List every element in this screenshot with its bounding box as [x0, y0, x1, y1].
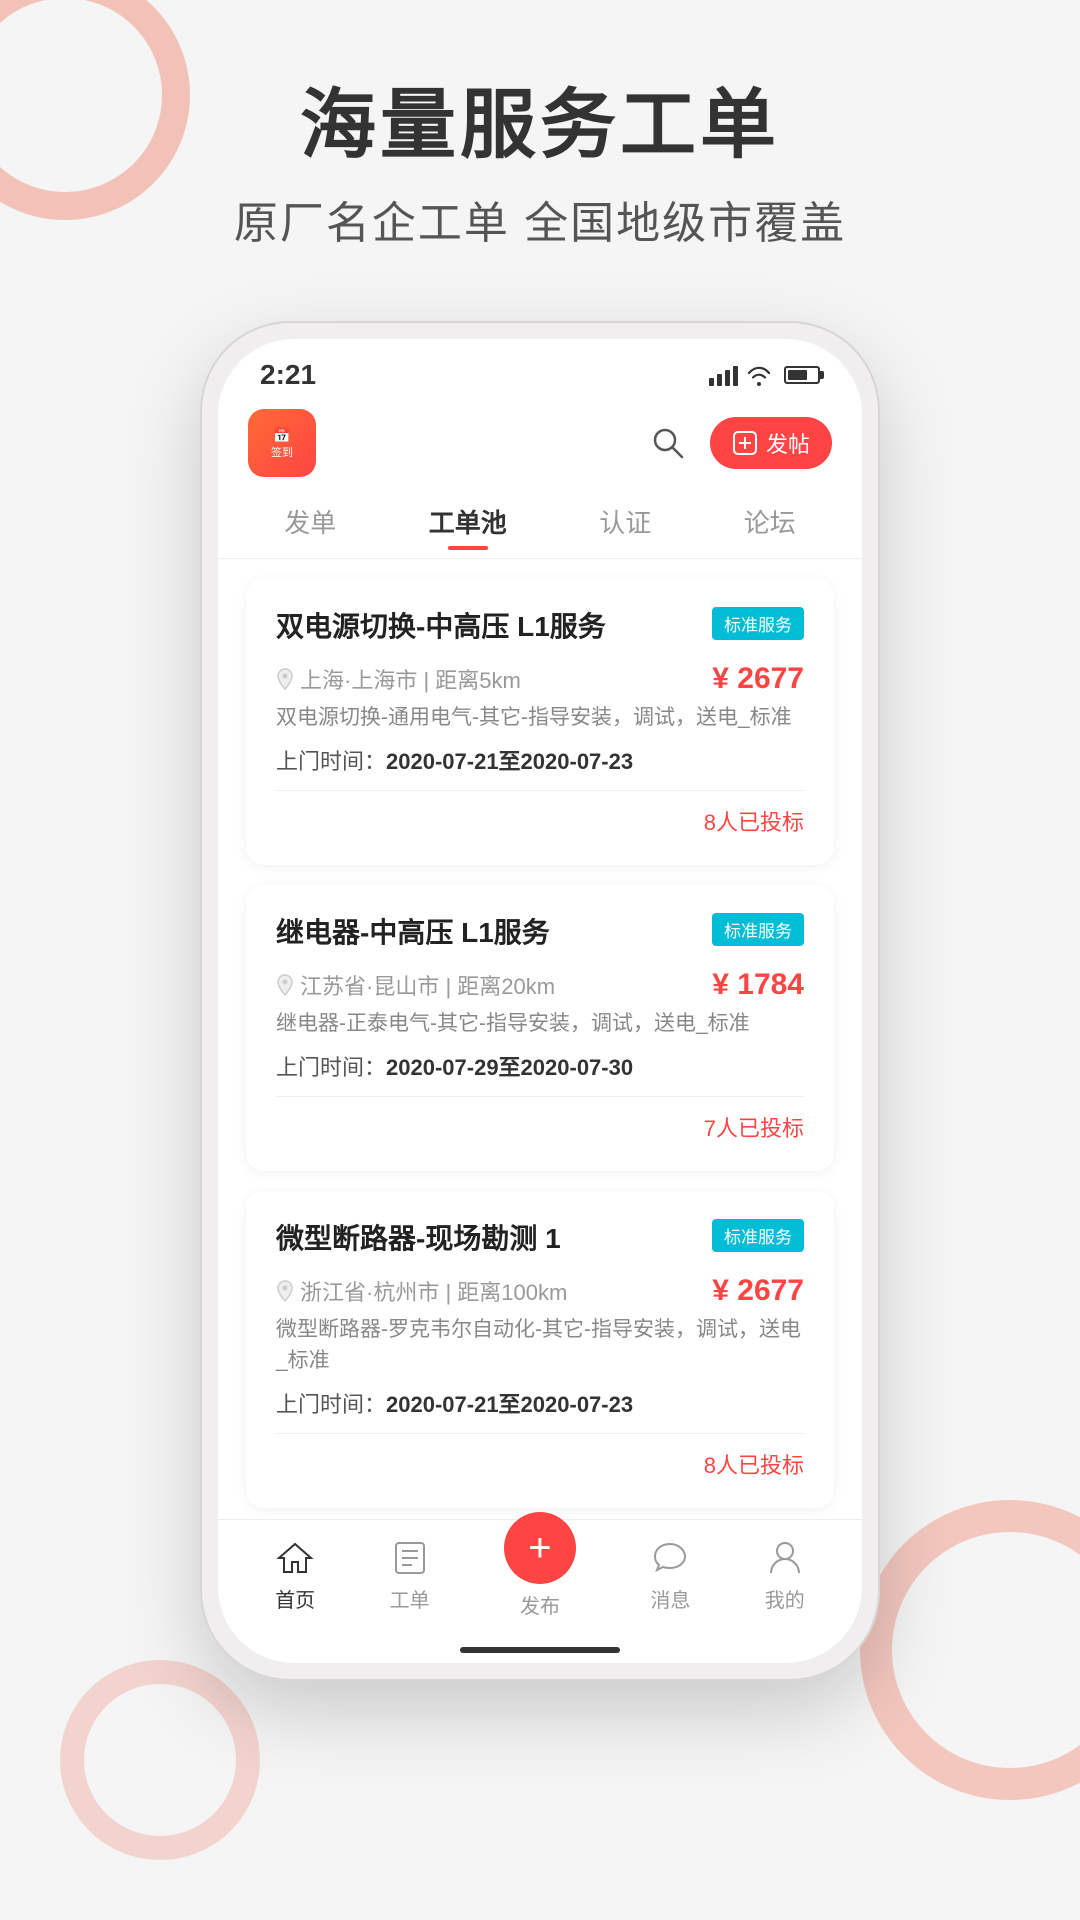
service-tag: 标准服务 — [712, 913, 804, 946]
nav-message[interactable]: 消息 — [650, 1538, 690, 1613]
wifi-icon — [746, 364, 772, 386]
job-desc: 双电源切换-通用电气-其它-指导安装，调试，送电_标准 — [276, 702, 804, 734]
notch — [450, 339, 630, 373]
home-indicator — [460, 1647, 620, 1653]
page-header: 海量服务工单 原厂名企工单 全国地级市覆盖 — [0, 0, 1080, 291]
tab-renzheng[interactable]: 认证 — [575, 497, 675, 546]
nav-publish-label: 发布 — [520, 1590, 560, 1619]
status-icons — [709, 364, 820, 386]
visit-time: 上门时间：2020-07-21至2020-07-23 — [276, 744, 804, 776]
tab-fadan[interactable]: 发单 — [260, 497, 360, 546]
card-divider — [276, 1433, 804, 1434]
phone-inner: 2:21 — [218, 339, 862, 1663]
bid-count: 7人已投标 — [276, 1111, 804, 1143]
battery-icon — [784, 366, 820, 384]
nav-profile[interactable]: 我的 — [765, 1538, 805, 1613]
card-header: 双电源切换-中高压 L1服务 标准服务 — [276, 607, 804, 646]
job-price: ¥ 2677 — [712, 1274, 804, 1308]
nav-message-label: 消息 — [650, 1584, 690, 1613]
signal-bars-icon — [709, 364, 738, 386]
job-price: ¥ 1784 — [712, 968, 804, 1002]
sign-in-label: 签到 — [271, 444, 293, 460]
sign-in-badge[interactable]: 📅 签到 — [248, 409, 316, 477]
message-icon — [650, 1538, 690, 1578]
job-location: 浙江省·杭州市 | 距离100km ¥ 2677 — [276, 1274, 804, 1308]
bid-count: 8人已投标 — [276, 1448, 804, 1480]
job-card[interactable]: 双电源切换-中高压 L1服务 标准服务 上海·上海市 | 距离5km ¥ 267… — [246, 579, 834, 865]
tab-luntan[interactable]: 论坛 — [720, 497, 820, 546]
card-divider — [276, 790, 804, 791]
card-divider — [276, 1096, 804, 1097]
job-price: ¥ 2677 — [712, 662, 804, 696]
search-button[interactable] — [648, 423, 688, 463]
nav-workorder-label: 工单 — [390, 1584, 430, 1613]
location-icon — [276, 668, 294, 690]
user-icon — [765, 1538, 805, 1578]
arc-decoration-bottom-left — [60, 1660, 260, 1860]
home-icon — [275, 1538, 315, 1578]
job-location: 上海·上海市 | 距离5km ¥ 2677 — [276, 662, 804, 696]
nav-workorder[interactable]: 工单 — [390, 1538, 430, 1613]
job-list: 双电源切换-中高压 L1服务 标准服务 上海·上海市 | 距离5km ¥ 267… — [218, 559, 862, 1519]
job-card[interactable]: 微型断路器-现场勘测 1 标准服务 浙江省·杭州市 | 距离100km ¥ 26… — [246, 1191, 834, 1508]
job-title: 继电器-中高压 L1服务 — [276, 913, 700, 952]
tab-bar: 发单 工单池 认证 论坛 — [218, 485, 862, 559]
bid-count: 8人已投标 — [276, 805, 804, 837]
service-tag: 标准服务 — [712, 1219, 804, 1252]
nav-profile-label: 我的 — [765, 1584, 805, 1613]
job-title: 双电源切换-中高压 L1服务 — [276, 607, 700, 646]
post-label: 发帖 — [766, 427, 810, 459]
nav-home-label: 首页 — [275, 1584, 315, 1613]
app-header: 📅 签到 — [218, 401, 862, 485]
service-tag: 标准服务 — [712, 607, 804, 640]
page-title: 海量服务工单 — [0, 80, 1080, 171]
post-button[interactable]: 发帖 — [710, 417, 832, 469]
visit-time: 上门时间：2020-07-29至2020-07-30 — [276, 1050, 804, 1082]
header-right: 发帖 — [648, 417, 832, 469]
job-desc: 继电器-正泰电气-其它-指导安装，调试，送电_标准 — [276, 1008, 804, 1040]
job-location: 江苏省·昆山市 | 距离20km ¥ 1784 — [276, 968, 804, 1002]
page-subtitle: 原厂名企工单 全国地级市覆盖 — [0, 187, 1080, 251]
card-header: 继电器-中高压 L1服务 标准服务 — [276, 913, 804, 952]
plus-icon: + — [504, 1512, 576, 1584]
bottom-nav: 首页 工单 + 发布 — [218, 1519, 862, 1647]
location-icon — [276, 1280, 294, 1302]
card-header: 微型断路器-现场勘测 1 标准服务 — [276, 1219, 804, 1258]
job-title: 微型断路器-现场勘测 1 — [276, 1219, 700, 1258]
visit-time: 上门时间：2020-07-21至2020-07-23 — [276, 1387, 804, 1419]
job-card[interactable]: 继电器-中高压 L1服务 标准服务 江苏省·昆山市 | 距离20km ¥ 178… — [246, 885, 834, 1171]
nav-publish[interactable]: + 发布 — [504, 1532, 576, 1619]
tab-gongdanchi[interactable]: 工单池 — [405, 497, 531, 546]
phone-frame: 2:21 — [200, 321, 880, 1681]
nav-home[interactable]: 首页 — [275, 1538, 315, 1613]
location-icon — [276, 974, 294, 996]
status-time: 2:21 — [260, 359, 316, 391]
workorder-icon — [390, 1538, 430, 1578]
phone-wrapper: 2:21 — [0, 321, 1080, 1681]
job-desc: 微型断路器-罗克韦尔自动化-其它-指导安装，调试，送电_标准 — [276, 1314, 804, 1377]
